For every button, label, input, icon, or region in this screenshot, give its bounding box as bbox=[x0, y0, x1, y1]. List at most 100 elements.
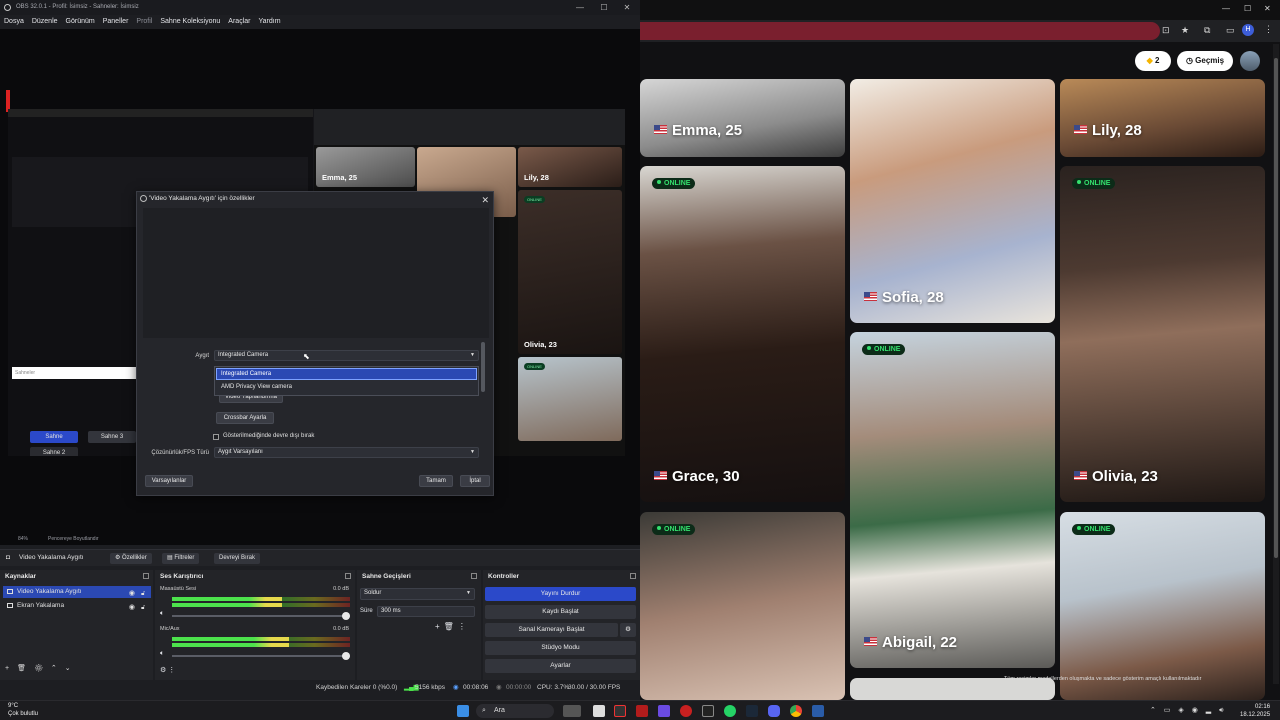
address-bar[interactable] bbox=[640, 22, 1160, 40]
device-select[interactable]: Integrated Camera ▼ bbox=[214, 350, 479, 361]
menu-paneller[interactable]: Paneller bbox=[103, 15, 129, 29]
system-tray[interactable]: ⌃ ▭ ◈ ◉ ▂ 🔊︎ bbox=[1150, 706, 1227, 715]
eye-icon[interactable]: ◉ bbox=[129, 588, 135, 600]
transition-select[interactable]: Soldur ▼ bbox=[360, 588, 475, 600]
transitions-header: Sahne Geçişleri bbox=[357, 570, 481, 583]
lock-icon[interactable]: 🔓︎ bbox=[141, 602, 145, 614]
popout-icon[interactable] bbox=[143, 573, 149, 579]
us-flag-icon bbox=[864, 637, 877, 646]
profile-card-8[interactable]: ONLINE bbox=[1060, 512, 1265, 700]
menu-yardim[interactable]: Yardım bbox=[258, 15, 280, 29]
filters-button[interactable]: ▤ Filtreler bbox=[162, 553, 200, 564]
menu-icon[interactable]: ⋮ bbox=[1264, 24, 1273, 35]
user-avatar[interactable] bbox=[1240, 51, 1260, 71]
transition-toolbar[interactable]: +🗑︎⋮ bbox=[435, 622, 470, 631]
dialog-close-icon[interactable]: ✕ bbox=[481, 193, 489, 207]
nested-scene-3[interactable]: Sahne 3 bbox=[88, 431, 136, 443]
steam-icon[interactable] bbox=[746, 705, 758, 717]
defaults-button[interactable]: Varsayılanlar bbox=[145, 475, 193, 487]
popout-icon[interactable] bbox=[471, 573, 477, 579]
popout-icon[interactable] bbox=[345, 573, 351, 579]
profile-card-emma[interactable]: Emma, 25 bbox=[640, 79, 845, 157]
bookmark-star-icon[interactable]: ★ bbox=[1181, 25, 1189, 36]
dialog-scrollbar[interactable] bbox=[481, 342, 485, 392]
app-icon-purple[interactable] bbox=[658, 705, 670, 717]
task-view-icon[interactable] bbox=[563, 705, 581, 717]
file-explorer-icon[interactable] bbox=[593, 705, 605, 717]
app-icon-blue[interactable] bbox=[812, 705, 824, 717]
cancel-button[interactable]: İptal bbox=[460, 475, 490, 487]
duration-input[interactable]: 300 ms bbox=[377, 606, 475, 617]
taskbar-search[interactable]: ⌕ Ara bbox=[476, 704, 554, 718]
crossbar-button[interactable]: Crossbar Ayarla bbox=[216, 412, 274, 424]
close-icon[interactable]: ✕ bbox=[615, 0, 639, 15]
taskbar-clock[interactable]: 02:16 18.12.2025 bbox=[1240, 703, 1270, 719]
close-icon[interactable]: ✕ bbox=[1264, 4, 1271, 13]
desktop-audio-label: Masaüstü Sesi bbox=[160, 586, 197, 592]
zoom-mode[interactable]: Pencereye Boyutlandır bbox=[48, 536, 99, 542]
lock-icon[interactable]: 🔓︎ bbox=[141, 588, 145, 600]
nested-scene-1[interactable]: Sahne bbox=[30, 431, 78, 443]
sidepanel-icon[interactable]: ▭ bbox=[1226, 25, 1235, 36]
profile-card-grace[interactable]: ONLINE Grace, 30 bbox=[640, 166, 845, 502]
profile-card-abigail[interactable]: ONLINE Abigail, 22 bbox=[850, 332, 1055, 668]
ok-button[interactable]: Tamam bbox=[419, 475, 453, 487]
menu-sahne-koleksiyonu[interactable]: Sahne Koleksiyonu bbox=[160, 15, 220, 29]
page-scrollbar[interactable] bbox=[1273, 44, 1279, 684]
minimize-icon[interactable]: — bbox=[568, 0, 592, 15]
studio-mode-button[interactable]: Stüdyo Modu bbox=[485, 641, 636, 655]
menu-dosya[interactable]: Dosya bbox=[4, 15, 24, 29]
start-virtual-cam-button[interactable]: Sanal Kamerayı Başlat bbox=[485, 623, 618, 637]
profile-card-4[interactable]: ONLINE bbox=[640, 512, 845, 700]
virtual-cam-settings-icon[interactable]: ⚙ bbox=[620, 623, 636, 637]
eye-icon[interactable]: ◉ bbox=[129, 602, 135, 614]
obs-taskbar-icon[interactable] bbox=[614, 705, 626, 717]
fps-readout: 30.00 / 30.00 FPS bbox=[568, 684, 621, 691]
cast-icon[interactable]: ⊡ bbox=[1162, 25, 1170, 36]
start-icon[interactable] bbox=[457, 705, 469, 717]
settings-button[interactable]: Ayarlar bbox=[485, 659, 636, 673]
extensions-icon[interactable]: ⧉ bbox=[1204, 25, 1210, 36]
weather-widget[interactable]: 9°C Çok bulutlu bbox=[8, 702, 38, 718]
maximize-icon[interactable]: ☐ bbox=[592, 0, 616, 15]
desktop-audio-volume[interactable] bbox=[172, 612, 350, 620]
source-item-video[interactable]: Video Yakalama Aygıtı ◉ 🔓︎ bbox=[3, 586, 151, 598]
clock-time: 02:16 bbox=[1255, 704, 1271, 710]
speaker-icon[interactable]: 🔈︎ bbox=[160, 650, 164, 658]
profile-card-lily[interactable]: Lily, 28 bbox=[1060, 79, 1265, 157]
menu-araclar[interactable]: Araçlar bbox=[228, 15, 250, 29]
start-recording-button[interactable]: Kaydı Başlat bbox=[485, 605, 636, 619]
speaker-icon[interactable]: 🔈︎ bbox=[160, 610, 164, 618]
mixer-settings-icon[interactable]: ⚙︎ ⋮ bbox=[160, 666, 175, 674]
maximize-icon[interactable]: ☐ bbox=[1244, 4, 1251, 13]
whatsapp-icon[interactable] bbox=[724, 705, 736, 717]
menu-duzenle[interactable]: Düzenle bbox=[32, 15, 58, 29]
menu-gorunum[interactable]: Görünüm bbox=[66, 15, 95, 29]
online-badge: ONLINE bbox=[1072, 178, 1116, 189]
discord-icon[interactable] bbox=[768, 705, 780, 717]
minimize-icon[interactable]: — bbox=[1222, 4, 1230, 13]
chrome-icon[interactable] bbox=[790, 705, 802, 717]
profile-avatar[interactable]: H bbox=[1242, 24, 1254, 36]
deactivate-checkbox[interactable] bbox=[213, 434, 219, 440]
obs-preview[interactable]: Sahneler Sahne Sahne 3 Sahne 2 Emma, 25 … bbox=[0, 29, 640, 545]
device-option-integrated[interactable]: Integrated Camera bbox=[216, 368, 477, 380]
nested-scene-2[interactable]: Sahne 2 bbox=[30, 447, 78, 456]
properties-button[interactable]: ⚙ Özellikler bbox=[110, 553, 152, 564]
device-option-amd[interactable]: AMD Privacy View camera bbox=[216, 382, 477, 393]
profile-card-sofia[interactable]: Sofia, 28 bbox=[850, 79, 1055, 323]
opera-icon[interactable] bbox=[680, 705, 692, 717]
mic-volume[interactable] bbox=[172, 652, 350, 660]
history-button[interactable]: ◷ Geçmiş bbox=[1177, 51, 1233, 71]
coins-pill[interactable]: ◆ 2 bbox=[1135, 51, 1171, 71]
app-icon-red[interactable] bbox=[636, 705, 648, 717]
stop-stream-button[interactable]: Yayını Durdur bbox=[485, 587, 636, 601]
popout-icon[interactable] bbox=[630, 573, 636, 579]
app-icon-dark[interactable] bbox=[702, 705, 714, 717]
source-item-screen[interactable]: Ekran Yakalama ◉ 🔓︎ bbox=[3, 600, 151, 612]
menu-profil[interactable]: Profil bbox=[136, 15, 152, 29]
profile-card-olivia[interactable]: ONLINE Olivia, 23 bbox=[1060, 166, 1265, 502]
fps-type-select[interactable]: Aygıt Varsayılanı ▼ bbox=[214, 447, 479, 458]
sources-toolbar[interactable]: +🗑︎⚙︎⌃⌄ bbox=[5, 664, 79, 672]
deactivate-button[interactable]: Devreyi Bırak bbox=[214, 553, 261, 564]
